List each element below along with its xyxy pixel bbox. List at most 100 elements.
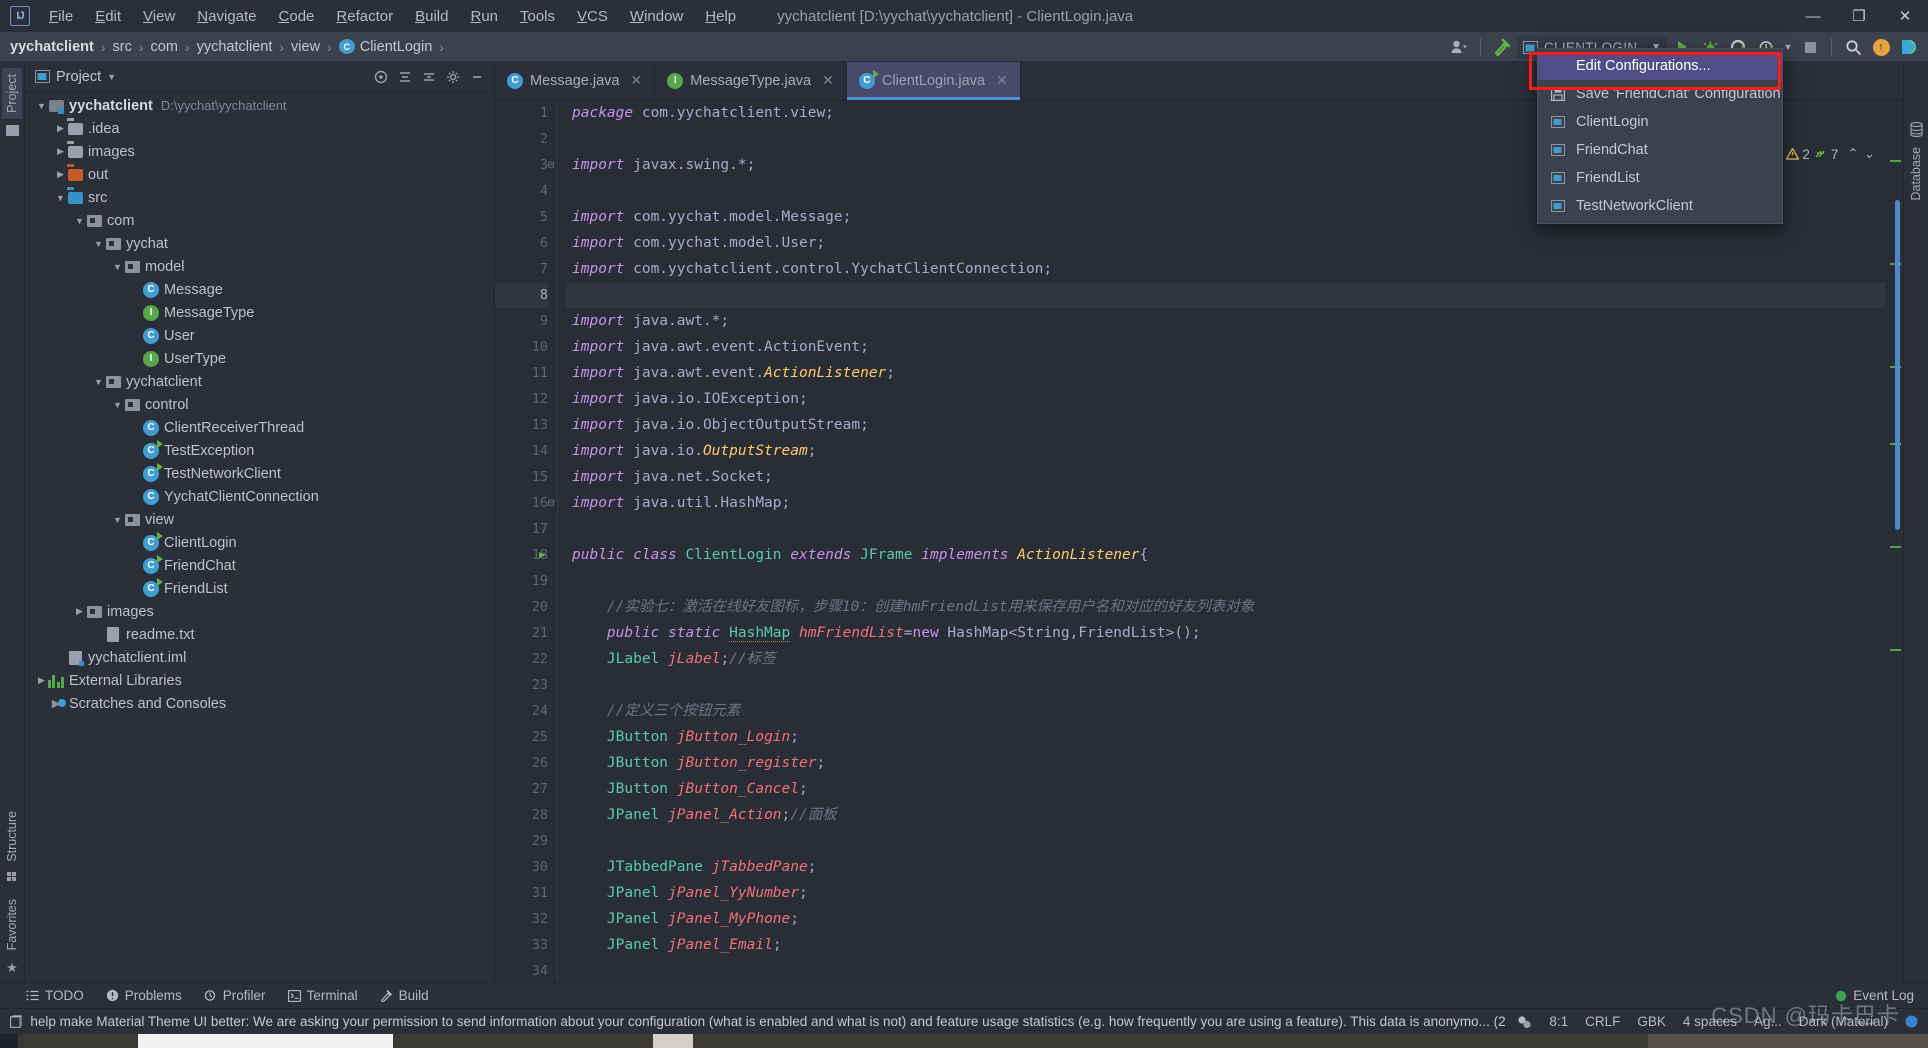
- tree-node-testexception[interactable]: C TestException: [25, 439, 494, 462]
- editor-tab-messagetype-java[interactable]: I MessageType.java ✕: [655, 62, 847, 99]
- run-gutter-icon[interactable]: ▶: [539, 542, 546, 568]
- tree-node-yychat[interactable]: ▼ yychat: [25, 232, 494, 255]
- menu-view[interactable]: View: [132, 4, 186, 29]
- tree-node-user[interactable]: C User: [25, 324, 494, 347]
- chevron-right-icon[interactable]: ▶: [73, 606, 86, 617]
- breadcrumb-item-src[interactable]: src: [113, 39, 132, 55]
- line-separator[interactable]: CRLF: [1585, 1014, 1620, 1029]
- chevron-right-icon[interactable]: ▶: [54, 146, 67, 157]
- tree-node-images[interactable]: ▶ images: [25, 140, 494, 163]
- tool-window-problems[interactable]: Problems: [106, 988, 182, 1003]
- tool-window-todo[interactable]: TODO: [26, 988, 84, 1003]
- user-avatar-icon[interactable]: [1446, 34, 1472, 60]
- close-icon[interactable]: ✕: [822, 72, 834, 89]
- chevron-down-icon[interactable]: ▼: [73, 216, 86, 226]
- run-config-menu-item-friendchat[interactable]: FriendChat: [1538, 136, 1782, 164]
- project-chevron-down-icon[interactable]: ▼: [107, 72, 116, 82]
- minimize-button[interactable]: —: [1790, 0, 1836, 32]
- tree-node-clientreceiverthread[interactable]: C ClientReceiverThread: [25, 416, 494, 439]
- tool-window-profiler[interactable]: Profiler: [204, 988, 266, 1003]
- tree-node-com[interactable]: ▼ com: [25, 209, 494, 232]
- menu-refactor[interactable]: Refactor: [325, 4, 404, 29]
- hammer-build-icon[interactable]: [1489, 34, 1515, 60]
- tree-node-clientlogin[interactable]: C ClientLogin: [25, 531, 494, 554]
- run-config-menu-item-clientlogin[interactable]: ClientLogin: [1538, 108, 1782, 136]
- tool-window-terminal[interactable]: Terminal: [287, 988, 358, 1003]
- menu-help[interactable]: Help: [694, 4, 747, 29]
- menu-window[interactable]: Window: [619, 4, 694, 29]
- breadcrumb-item-yychatclient[interactable]: yychatclient: [197, 39, 273, 55]
- run-config-menu-item-testnetworkclient[interactable]: TestNetworkClient: [1538, 192, 1782, 220]
- tree-node-messagetype[interactable]: I MessageType: [25, 301, 494, 324]
- editor-marker-bar[interactable]: [1885, 100, 1903, 982]
- indent-setting[interactable]: 4 spaces: [1683, 1014, 1737, 1029]
- rail-item-database[interactable]: Database: [1906, 141, 1926, 207]
- run-config-menu-item-edit-configurations---[interactable]: Edit Configurations...: [1538, 52, 1782, 80]
- chevron-right-icon[interactable]: ▶: [54, 123, 67, 134]
- chevron-down-icon[interactable]: ▼: [111, 515, 124, 525]
- project-tree[interactable]: ▼ yychatclient D:\yychat\yychatclient ▶ .ide…: [25, 92, 494, 982]
- tree-node-model[interactable]: ▼ model: [25, 255, 494, 278]
- tree-node-src[interactable]: ▼ src: [25, 186, 494, 209]
- material-theme-icon[interactable]: [1896, 34, 1922, 60]
- tree-node-yychatclient-iml[interactable]: yychatclient.iml: [25, 646, 494, 669]
- chevron-down-icon[interactable]: ▼: [111, 400, 124, 410]
- memory-indicator-icon[interactable]: [1905, 1015, 1918, 1028]
- tree-node-testnetworkclient[interactable]: C TestNetworkClient: [25, 462, 494, 485]
- tree-node-scratches-and-consoles[interactable]: ▶ Scratches and Consoles: [25, 692, 494, 715]
- vcs-branch[interactable]: Ag...: [1754, 1014, 1782, 1029]
- tree-node-images[interactable]: ▶ images: [25, 600, 494, 623]
- chevron-right-icon[interactable]: ▶: [54, 169, 67, 180]
- prev-problem-icon[interactable]: ⌃: [1847, 146, 1858, 162]
- search-icon[interactable]: [1840, 34, 1866, 60]
- rail-item-project[interactable]: Project: [2, 68, 22, 119]
- tree-node-view[interactable]: ▼ view: [25, 508, 494, 531]
- rail-item-favorites[interactable]: Favorites: [2, 893, 22, 956]
- editor-tab-clientlogin-java[interactable]: C ClientLogin.java ✕: [846, 62, 1021, 100]
- status-message[interactable]: help make Material Theme UI better: We a…: [30, 1014, 1509, 1029]
- close-button[interactable]: ✕: [1882, 0, 1928, 32]
- inspection-settings-icon[interactable]: [1517, 1015, 1532, 1029]
- update-project-icon[interactable]: ↑: [1868, 34, 1894, 60]
- chevron-down-icon[interactable]: ▼: [111, 262, 124, 272]
- profiler-dropdown-icon[interactable]: ▼: [1781, 34, 1795, 60]
- tree-node-yychatclient[interactable]: ▼ yychatclient D:\yychat\yychatclient: [25, 94, 494, 117]
- chevron-down-icon[interactable]: ▼: [35, 101, 48, 111]
- select-opened-file-icon[interactable]: [370, 66, 392, 88]
- run-configuration-dropdown[interactable]: Edit Configurations... Save 'FriendChat' …: [1537, 48, 1783, 224]
- menu-vcs[interactable]: VCS: [566, 4, 619, 29]
- tree-node-out[interactable]: ▶ out: [25, 163, 494, 186]
- code-editor[interactable]: 1 2 3 ⊟ 4 5 6 7 8 9 10 11 12 13 14 15 16 ⊟ 17 18 ▶ 19 20 21 22 23…: [495, 100, 1903, 982]
- next-problem-icon[interactable]: ⌄: [1864, 146, 1875, 162]
- stop-button[interactable]: [1797, 34, 1823, 60]
- breadcrumb-item-yychatclient[interactable]: yychatclient: [10, 39, 94, 55]
- tree-node-yychatclientconnection[interactable]: C YychatClientConnection: [25, 485, 494, 508]
- tool-window-build[interactable]: Build: [380, 988, 429, 1003]
- tree-node-yychatclient[interactable]: ▼ yychatclient: [25, 370, 494, 393]
- menu-run[interactable]: Run: [459, 4, 509, 29]
- notification-icon[interactable]: [10, 1014, 23, 1029]
- tree-node-friendchat[interactable]: C FriendChat: [25, 554, 494, 577]
- tree-node-friendlist[interactable]: C FriendList: [25, 577, 494, 600]
- menu-tools[interactable]: Tools: [509, 4, 566, 29]
- tree-node-control[interactable]: ▼ control: [25, 393, 494, 416]
- chevron-down-icon[interactable]: ▼: [92, 239, 105, 249]
- tree-node-message[interactable]: C Message: [25, 278, 494, 301]
- run-config-menu-item-save--friendchat--configuration[interactable]: Save 'FriendChat' Configuration: [1538, 80, 1782, 108]
- tree-node-readme-txt[interactable]: readme.txt: [25, 623, 494, 646]
- settings-gear-icon[interactable]: [442, 66, 464, 88]
- tree-node-external-libraries[interactable]: ▶ External Libraries: [25, 669, 494, 692]
- run-config-menu-item-friendlist[interactable]: FriendList: [1538, 164, 1782, 192]
- editor-tab-message-java[interactable]: C Message.java ✕: [495, 62, 656, 99]
- code-fold-icon[interactable]: ⊟: [545, 152, 557, 178]
- maximize-button[interactable]: ❐: [1836, 0, 1882, 32]
- code-fold-icon[interactable]: ⊟: [545, 490, 557, 516]
- expand-all-icon[interactable]: [394, 66, 416, 88]
- menu-build[interactable]: Build: [404, 4, 459, 29]
- code-content[interactable]: package com.yychatclient.view; import jav…: [557, 100, 1885, 982]
- close-icon[interactable]: ✕: [996, 72, 1008, 89]
- menu-edit[interactable]: Edit: [84, 4, 132, 29]
- editor-scrollbar-thumb[interactable]: [1895, 200, 1900, 530]
- theme-name[interactable]: Dark (Material): [1799, 1014, 1888, 1029]
- rail-item-structure[interactable]: Structure: [2, 805, 22, 868]
